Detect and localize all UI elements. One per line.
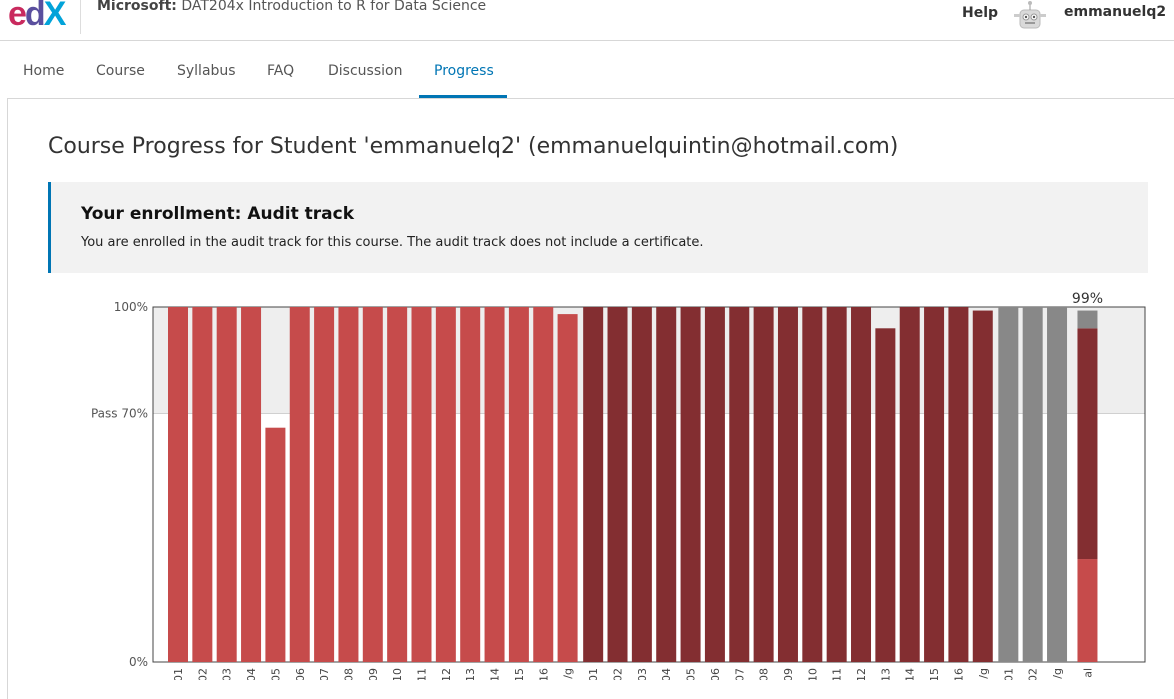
bar-lab [557,314,578,662]
bar-ungraded [1047,307,1068,662]
x-tick-label: 01 [587,668,600,680]
x-tick-label: 11 [416,668,429,680]
bar-quiz [875,328,896,662]
x-tick-label: 04 [660,668,673,680]
x-tick-label: 02 [1027,668,1040,680]
x-tick-label: /g [977,668,990,679]
bar-quiz [777,307,798,662]
x-tick-label: 16 [537,668,550,680]
x-tick-label: 07 [318,668,331,680]
bar-lab [168,307,188,662]
progress-chart: 100% Pass 70% 0% 01 02 03 04 05 06 07 08 09 10 11 12 13… [91,291,1146,680]
total-bar-lab [1077,559,1098,662]
bar-quiz [631,307,652,662]
x-tick-label: 13 [464,668,477,680]
x-tick-label: 14 [489,668,502,680]
bar-lab [460,307,481,662]
bar-lab [241,307,262,662]
bar-lab [435,307,456,662]
bar-quiz [680,307,701,662]
bar-quiz [899,307,920,662]
x-tick-label: 08 [758,668,771,680]
x-tick-label: 12 [440,668,453,680]
bar-quiz [583,307,604,662]
x-tick-label: 05 [269,668,282,680]
bar-lab [533,307,554,662]
x-tick-label: 09 [782,668,795,680]
bar-ungraded [1022,307,1043,662]
x-tick-label: 10 [806,668,819,680]
x-tick-label: 05 [685,668,698,680]
total-bar-ungraded [1077,310,1098,329]
x-tick-label: 16 [952,668,965,680]
x-tick-label: 13 [879,668,892,680]
x-tick-label: 02 [196,668,209,680]
x-tick-label: 02 [612,668,625,680]
x-tick-label: al [1081,668,1094,678]
bar-lab [508,307,529,662]
x-tick-label: 06 [294,668,307,680]
bar-lab [338,307,359,662]
bar-quiz [729,307,750,662]
x-tick-label: 14 [904,668,917,680]
overall-score-label: 99% [1072,291,1103,307]
bar-lab [484,307,505,662]
bar-quiz [607,307,628,662]
bar-ungraded [998,307,1019,662]
x-tick-label: 03 [221,668,234,680]
bar-lab [216,307,237,662]
bar-quiz [802,307,823,662]
x-tick-label: 09 [367,668,380,680]
x-tick-label: /g [1051,668,1064,679]
x-tick-label: /g [562,668,575,679]
x-tick-label: 06 [709,668,722,680]
x-tick-label: 03 [636,668,649,680]
bar-quiz [753,307,774,662]
x-tick-label: 10 [391,668,404,680]
y-tick-label: Pass 70% [91,407,148,421]
x-tick-label: 15 [513,668,526,680]
bar-lab [314,307,335,662]
bar-lab [387,307,408,662]
bar-lab [265,427,286,662]
x-tick-label: 11 [831,668,844,680]
y-tick-label: 100% [114,300,148,314]
x-tick-label: 08 [342,668,355,680]
bar-quiz [704,307,725,662]
bar-quiz [948,307,969,662]
total-bar-quiz [1077,328,1098,560]
bar-quiz [972,310,993,662]
x-tick-label: 01 [1002,668,1015,680]
bar-quiz [851,307,872,662]
bar-lab [362,307,383,662]
bar-quiz [656,307,677,662]
x-tick-label: 12 [855,668,868,680]
x-tick-label: 01 [172,668,185,680]
y-tick-label: 0% [129,655,148,669]
bar-quiz [826,307,847,662]
x-tick-label: 07 [733,668,746,680]
x-tick-label: 04 [245,668,258,680]
bar-lab [192,307,213,662]
bar-lab [289,307,310,662]
x-tick-label: 15 [928,668,941,680]
bar-quiz [924,307,945,662]
bar-lab [411,307,432,662]
